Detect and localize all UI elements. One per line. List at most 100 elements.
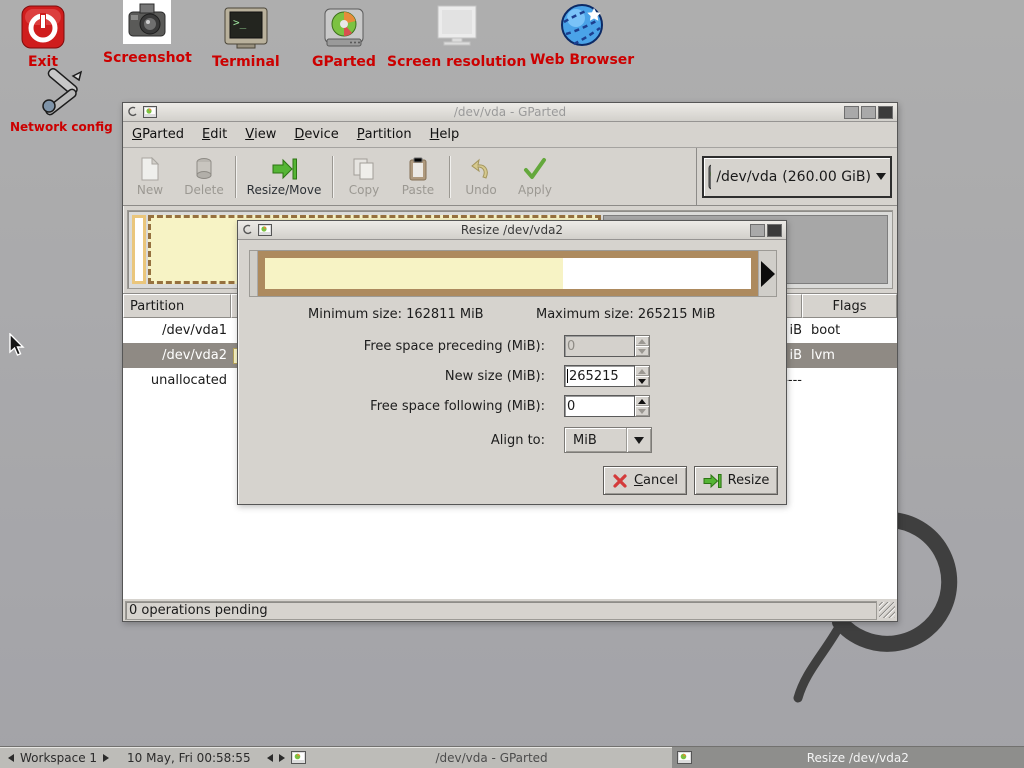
disk-icon [708,164,711,190]
free-space-following-label: Free space following (MiB): [370,399,545,414]
task-button-resize-dialog[interactable]: Resize /dev/vda2 [672,747,1024,768]
resize-move-icon [271,157,297,181]
close-button[interactable] [878,106,893,119]
spin-up-button[interactable] [635,336,649,346]
free-space-preceding-field: 0 [564,335,650,357]
free-space-preceding-input[interactable]: 0 [564,335,635,357]
new-size-field: 265215 [564,365,650,387]
resize-move-button[interactable]: Resize/Move [240,151,328,203]
text-caret [567,369,568,383]
gparted-app-icon [143,106,157,118]
free-space-following-input[interactable]: 0 [564,395,635,417]
menu-partition[interactable]: Partition [348,122,421,147]
iconbox [261,751,312,764]
resize-grip[interactable] [879,602,895,618]
menu-view[interactable]: View [236,122,285,147]
prev-workspace-icon[interactable] [8,754,14,762]
svg-text:>_: >_ [233,16,247,29]
camera-icon [123,0,171,46]
desktop-icon-network-config[interactable]: Network config [10,70,113,134]
desktop-icon-screenshot[interactable]: Screenshot [103,0,192,66]
new-size-label: New size (MiB): [445,369,545,384]
copy-button[interactable]: Copy [337,151,391,203]
gparted-app-icon [291,751,306,764]
dialog-title: Resize /dev/vda2 [238,223,786,237]
cancel-button[interactable]: Cancel [603,466,687,495]
toolbar-separator [235,156,236,198]
maximize-button[interactable] [861,106,876,119]
chevron-down-icon [634,437,644,444]
flags-cell: lvm [802,348,897,363]
menu-device[interactable]: Device [285,122,347,147]
taskbar: Workspace 1 10 May, Fri 00:58:55 /dev/vd… [0,746,1024,768]
right-resize-handle[interactable] [758,251,776,296]
minimize-button[interactable] [844,106,859,119]
new-size-input[interactable]: 265215 [564,365,635,387]
dialog-buttons: Cancel Resize [238,466,786,495]
desktop-icon-web-browser[interactable]: Web Browser [530,2,634,68]
resize-button[interactable]: Resize [694,466,778,495]
desktop-icon-label: Screen resolution [387,54,526,70]
minimum-size-label: Minimum size: 162811 MiB [308,307,484,322]
align-to-dropdown[interactable]: MiB [564,427,652,453]
task-button-gparted[interactable]: /dev/vda - GParted [312,747,672,768]
column-header-partition[interactable]: Partition [123,294,231,318]
free-space-preceding-row: Free space preceding (MiB): 0 [238,335,786,357]
debian-swirl-icon [127,106,139,118]
gparted-app-icon [258,224,272,236]
gparted-titlebar[interactable]: /dev/vda - GParted [123,103,897,122]
toolbar-separator [449,156,450,198]
menu-edit[interactable]: Edit [193,122,236,147]
desktop-icon-screen-resolution[interactable]: Screen resolution [387,4,526,70]
free-space-preceding-label: Free space preceding (MiB): [364,339,545,354]
gparted-disk-icon [321,4,367,50]
disk-visual-vda1[interactable] [132,215,146,284]
next-workspace-icon[interactable] [103,754,109,762]
device-selector[interactable]: /dev/vda (260.00 GiB) [702,156,892,198]
align-to-value: MiB [573,433,597,448]
spin-down-button[interactable] [635,346,649,356]
spin-up-button[interactable] [635,396,649,406]
paste-icon [408,157,428,181]
menu-gparted[interactable]: GParted [123,122,193,147]
resize-slider[interactable] [249,250,777,297]
maximum-size-label: Maximum size: 265215 MiB [536,307,715,322]
maximize-button[interactable] [750,224,765,237]
free-space-following-row: Free space following (MiB): 0 [238,395,786,417]
workspace-pager: Workspace 1 [0,751,117,765]
apply-button[interactable]: Apply [508,151,562,203]
power-icon [20,4,66,50]
resize-arrow-icon [703,473,722,489]
dialog-titlebar[interactable]: Resize /dev/vda2 [238,221,786,240]
undo-icon [470,157,492,181]
align-to-label: Align to: [491,433,545,448]
spin-up-button[interactable] [635,366,649,376]
menu-help[interactable]: Help [421,122,469,147]
left-resize-handle[interactable] [250,251,258,296]
next-task-icon[interactable] [279,754,285,762]
spin-down-button[interactable] [635,406,649,416]
copy-icon [352,157,376,181]
desktop-icon-terminal[interactable]: >_ Terminal [212,4,280,70]
undo-button[interactable]: Undo [454,151,508,203]
monitor-icon [432,4,482,50]
menubar: GParted Edit View Device Partition Help [123,122,897,148]
arrow-right-icon [761,261,775,287]
mouse-cursor [8,333,26,357]
workspace-label: Workspace 1 [20,751,97,765]
prev-task-icon[interactable] [267,754,273,762]
apply-check-icon [523,157,547,181]
delete-icon [194,157,214,181]
column-header-flags[interactable]: Flags [802,294,897,318]
toolbar: New Delete Resize/Move Copy Paste Undo A… [123,148,897,206]
close-button[interactable] [767,224,782,237]
paste-button[interactable]: Paste [391,151,445,203]
desktop-icon-gparted[interactable]: GParted [312,4,376,70]
new-button[interactable]: New [123,151,177,203]
desktop-icon-exit[interactable]: Exit [20,4,66,70]
tools-icon [35,70,87,116]
desktop-icon-label: Web Browser [530,52,634,68]
delete-button[interactable]: Delete [177,151,231,203]
spin-down-button[interactable] [635,376,649,386]
clock: 10 May, Fri 00:58:55 [117,751,261,765]
